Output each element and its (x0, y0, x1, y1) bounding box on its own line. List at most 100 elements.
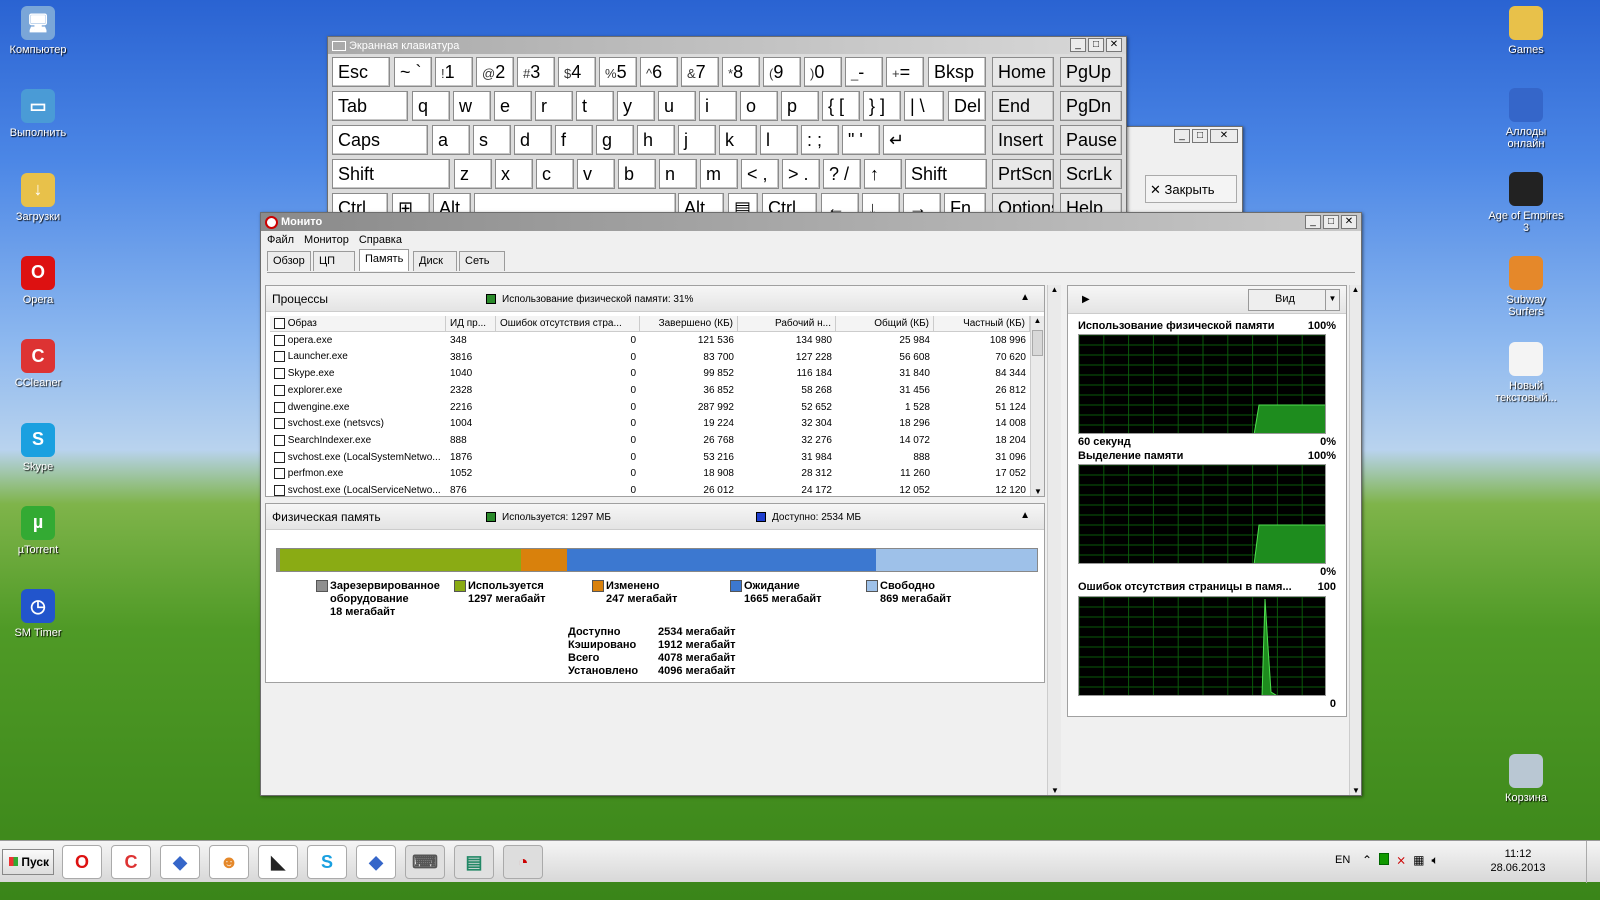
key-r4-13[interactable]: PrtScn (992, 159, 1054, 189)
action-center-icon[interactable]: ▦ (1413, 853, 1424, 868)
key-r4-5[interactable]: b (618, 159, 656, 189)
table-row[interactable]: svchost.exe (netsvcs) 1004 0 19 224 32 304 18… (270, 415, 1030, 432)
col-private[interactable]: Частный (КБ) (934, 316, 1030, 331)
allods-taskbar-icon[interactable]: ◆ (160, 845, 200, 879)
key-r3-6[interactable]: h (637, 125, 675, 155)
key-r4-11[interactable]: ↑ (864, 159, 902, 189)
key-r4-8[interactable]: < , (741, 159, 779, 189)
row-checkbox[interactable] (274, 468, 285, 480)
table-row[interactable]: explorer.exe 2328 0 36 852 58 268 31 456 26 81… (270, 382, 1030, 399)
tab-overview[interactable]: Обзор (267, 251, 311, 271)
desktop-icon-3[interactable]: O Opera (0, 255, 76, 306)
desktop-icon-right-1[interactable]: Аллоды онлайн (1488, 88, 1564, 150)
close-action-button[interactable]: ✕ Закрыть (1145, 175, 1237, 203)
minimize-button[interactable]: _ (1174, 129, 1190, 143)
key-r4-10[interactable]: ? / (823, 159, 861, 189)
key-r4-14[interactable]: ScrLk (1060, 159, 1122, 189)
key-r1-7[interactable]: ^6 (640, 57, 678, 87)
maximize-button[interactable]: □ (1192, 129, 1208, 143)
desktop-icon-5[interactable]: S Skype (0, 422, 76, 473)
language-indicator[interactable]: EN (1335, 854, 1350, 866)
key-r3-9[interactable]: l (760, 125, 798, 155)
col-working[interactable]: Рабочий н... (738, 316, 836, 331)
key-r1-13[interactable]: += (886, 57, 924, 87)
col-shareable[interactable]: Общий (КБ) (836, 316, 934, 331)
table-row[interactable]: SearchIndexer.exe 888 0 26 768 32 276 14 072 1… (270, 432, 1030, 449)
key-r3-1[interactable]: a (432, 125, 470, 155)
show-hidden-icons-icon[interactable]: ⌃ (1362, 853, 1372, 868)
key-r1-5[interactable]: $4 (558, 57, 596, 87)
desktop-icon-2[interactable]: ↓ Загрузки (0, 172, 76, 223)
key-r4-9[interactable]: > . (782, 159, 820, 189)
desktop-icon-1[interactable]: ▭ Выполнить (0, 89, 76, 139)
desktop-icon-right-4[interactable]: Новый текстовый... (1488, 342, 1564, 404)
table-row[interactable]: Skype.exe 1040 0 99 852 116 184 31 840 84 344 (270, 365, 1030, 382)
col-pid[interactable]: ИД пр... (446, 316, 496, 331)
key-r2-7[interactable]: u (658, 91, 696, 121)
volume-icon[interactable]: 🔈︎ (1431, 853, 1438, 868)
process-scrollbar[interactable]: ▲ ▼ (1030, 316, 1044, 496)
osk-titlebar[interactable]: Экранная клавиатура (328, 37, 1126, 54)
clock[interactable]: 11:12 28.06.2013 (1478, 847, 1558, 875)
key-r1-4[interactable]: #3 (517, 57, 555, 87)
subway-surfers-taskbar-icon[interactable]: ☻ (209, 845, 249, 879)
tab-network[interactable]: Сеть (459, 251, 505, 271)
row-checkbox[interactable] (274, 384, 285, 396)
key-r2-0[interactable]: Tab (332, 91, 408, 121)
key-r2-4[interactable]: r (535, 91, 573, 121)
key-r3-4[interactable]: f (555, 125, 593, 155)
scroll-thumb[interactable] (1032, 330, 1043, 356)
age-of-empires-taskbar-icon[interactable]: ◣ (258, 845, 298, 879)
processes-header[interactable]: Процессы Использование физической памяти… (266, 286, 1044, 312)
row-checkbox[interactable] (274, 334, 285, 346)
key-r2-6[interactable]: y (617, 91, 655, 121)
key-r1-16[interactable]: PgUp (1060, 57, 1122, 87)
minimize-button[interactable]: _ (1070, 38, 1086, 52)
key-r1-0[interactable]: Esc (332, 57, 390, 87)
row-checkbox[interactable] (274, 351, 285, 363)
key-r1-11[interactable]: )0 (804, 57, 842, 87)
key-r3-12[interactable]: ↵ (883, 125, 986, 155)
key-r2-10[interactable]: p (781, 91, 819, 121)
table-row[interactable]: perfmon.exe 1052 0 18 908 28 312 11 260 17 052 (270, 466, 1030, 483)
key-r4-4[interactable]: v (577, 159, 615, 189)
show-desktop-button[interactable] (1586, 841, 1600, 883)
perfmon-taskbar-icon[interactable]: ▤ (454, 845, 494, 879)
osk-taskbar-icon[interactable]: ⌨ (405, 845, 445, 879)
tab-memory[interactable]: Память (359, 249, 409, 271)
desktop-icon-0[interactable]: 🖥︎ Компьютер (0, 6, 76, 56)
key-r2-13[interactable]: | \ (904, 91, 944, 121)
key-r1-10[interactable]: (9 (763, 57, 801, 87)
network-icon[interactable]: ⨯ (1396, 853, 1406, 868)
desktop-icon-right-3[interactable]: Subway Surfers (1488, 256, 1564, 318)
row-checkbox[interactable] (274, 434, 285, 446)
expand-arrow-icon[interactable]: ▶ (1082, 294, 1090, 305)
start-button[interactable]: Пуск (2, 849, 54, 875)
maximize-button[interactable]: □ (1088, 38, 1104, 52)
ccleaner-taskbar-icon[interactable]: C (111, 845, 151, 879)
collapse-icon[interactable]: ▲ (1020, 510, 1030, 521)
key-r3-11[interactable]: " ' (842, 125, 880, 155)
resource-monitor-taskbar-icon[interactable]: ◔ (503, 845, 543, 879)
physical-memory-header[interactable]: Физическая память Используется: 1297 МБ … (266, 504, 1044, 530)
key-r2-1[interactable]: q (412, 91, 450, 121)
minimize-button[interactable]: _ (1305, 215, 1321, 229)
key-r1-6[interactable]: %5 (599, 57, 637, 87)
table-row[interactable]: svchost.exe (LocalSystemNetwo... 1876 0 53 … (270, 449, 1030, 466)
key-r3-0[interactable]: Caps (332, 125, 428, 155)
maximize-button[interactable]: □ (1323, 215, 1339, 229)
desktop-icon-6[interactable]: µ µTorrent (0, 505, 76, 556)
key-r2-12[interactable]: } ] (863, 91, 901, 121)
tab-disk[interactable]: Диск (413, 251, 457, 271)
key-r3-10[interactable]: : ; (801, 125, 839, 155)
key-r3-7[interactable]: j (678, 125, 716, 155)
close-button[interactable]: ✕ (1106, 38, 1122, 52)
key-r2-3[interactable]: e (494, 91, 532, 121)
graphs-scrollbar[interactable]: ▲ ▼ (1349, 285, 1361, 795)
desktop-icon-right-2[interactable]: Age of Empires 3 (1488, 172, 1564, 234)
key-r3-2[interactable]: s (473, 125, 511, 155)
table-row[interactable]: svchost.exe (LocalServiceNetwo... 876 0 26 … (270, 482, 1030, 499)
key-r1-9[interactable]: *8 (722, 57, 760, 87)
key-r2-8[interactable]: i (699, 91, 737, 121)
desktop-icon-right-0[interactable]: Games (1488, 6, 1564, 56)
